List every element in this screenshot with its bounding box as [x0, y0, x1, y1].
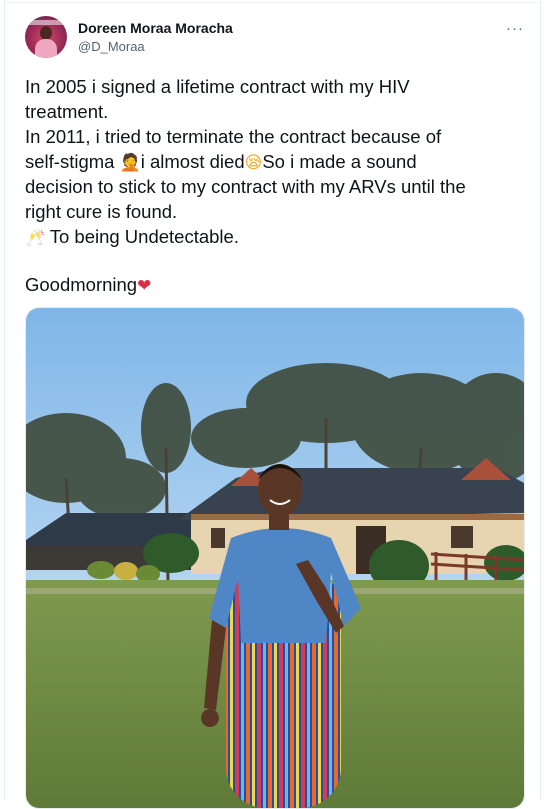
sleepy-face-emoji-icon: 😪 — [244, 153, 263, 173]
tweet-line: right cure is found. — [25, 201, 178, 222]
window-1 — [211, 528, 225, 548]
red-heart-emoji-icon: ❤ — [137, 276, 152, 296]
tweet-text: In 2005 i signed a lifetime contract wit… — [25, 74, 535, 297]
avatar-face — [40, 26, 52, 40]
hand-left — [201, 709, 219, 727]
tweet-text-segment: So i made a sound — [262, 151, 417, 172]
tweet-line: In 2011, i tried to terminate the contra… — [25, 126, 442, 147]
tweet-line: 🥂 To being Undetectable. — [25, 224, 535, 249]
tweet-line: Goodmorning❤ — [25, 272, 535, 297]
more-options-icon[interactable]: ··· — [502, 15, 528, 41]
author-name[interactable]: Doreen Moraa Moracha — [78, 20, 233, 36]
author-handle[interactable]: @D_Moraa — [78, 39, 145, 54]
wall-band — [191, 514, 524, 520]
tweet-line: self-stigma 🤦i almost died😪So i made a s… — [25, 149, 535, 174]
window-2 — [451, 526, 473, 548]
tweet-text-segment: Goodmorning — [25, 274, 138, 295]
avatar[interactable] — [25, 16, 67, 58]
avatar-band — [25, 20, 67, 25]
tweet-text-segment: self-stigma — [25, 151, 120, 172]
tweet-text-segment: i almost died — [140, 151, 245, 172]
facepalm-emoji-icon: 🤦 — [119, 153, 141, 173]
tweet-line: treatment. — [25, 101, 109, 122]
avatar-body — [35, 39, 57, 58]
tweet-photo[interactable] — [25, 307, 525, 809]
frame-border-left — [4, 0, 5, 800]
tweet-header: Doreen Moraa Moracha @D_Moraa ··· — [5, 3, 540, 63]
tweet-line: decision to stick to my contract with my… — [25, 176, 466, 197]
tweet-text-segment: To being Undetectable. — [44, 226, 239, 247]
photo-scene — [26, 308, 524, 808]
frame-border-right — [540, 0, 541, 800]
cheers-emoji-icon: 🥂 — [25, 228, 45, 247]
tweet-line: In 2005 i signed a lifetime contract wit… — [25, 76, 410, 97]
